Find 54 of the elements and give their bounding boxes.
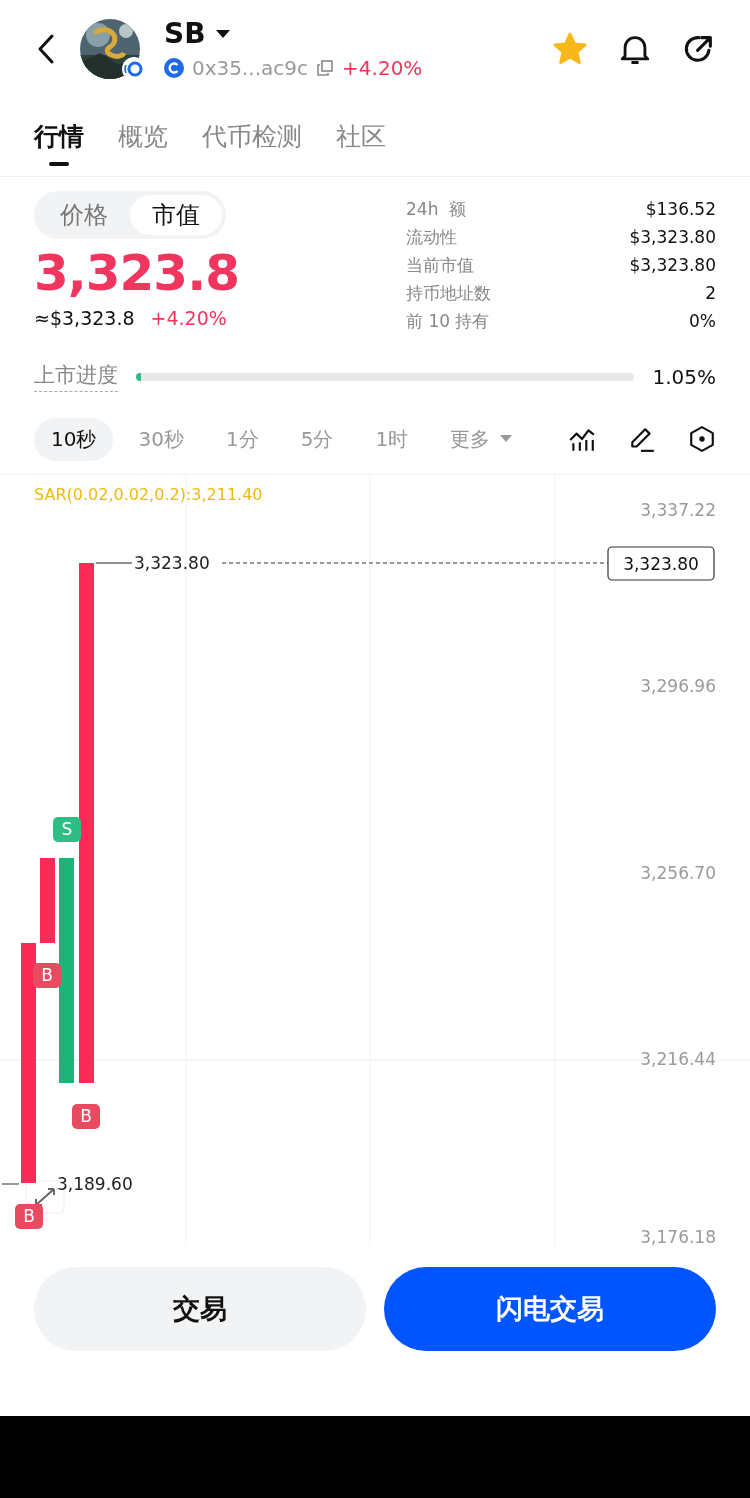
trade-marker: B (15, 1204, 43, 1229)
metric-value: $3,323.80 (629, 227, 716, 247)
metric-label: 持币地址数 (406, 281, 491, 305)
more-dropdown[interactable]: 更多 (433, 417, 530, 461)
high-price-label: 3,323.80 (134, 553, 210, 573)
metric-label: 24h 额 (406, 197, 467, 221)
listing-progress-label[interactable]: 上市进度 (34, 361, 118, 392)
metric-value: $136.52 (645, 199, 716, 219)
metric-label: 流动性 (406, 225, 457, 249)
low-price-label: 3,189.60 (57, 1174, 133, 1194)
progress-reading: 1.05% (652, 364, 716, 389)
metric-value: $3,323.80 (629, 255, 716, 275)
leader-line (1, 1183, 20, 1185)
axis-label: 3,296.96 (640, 676, 716, 696)
timeframe-tab[interactable]: 10秒 (34, 417, 114, 461)
metric-value: 0% (689, 311, 716, 331)
copy-icon[interactable] (316, 59, 335, 77)
indicator-label: SAR(0.02,0.02,0.2):3,211.40 (34, 485, 263, 504)
metric-label: 当前市值 (406, 253, 474, 277)
price-change: +4.20% (150, 307, 227, 329)
leader-line (95, 562, 133, 564)
last-price-tag: 3,323.80 (607, 546, 715, 581)
trade-marker: B (72, 1104, 100, 1129)
timeframe-tab[interactable]: 1分 (208, 417, 276, 461)
toggle-option[interactable]: 市值 (130, 195, 222, 235)
trade-button[interactable]: 交易 (34, 1267, 366, 1351)
axis-label: 3,337.22 (640, 500, 716, 520)
flash-trade-button[interactable]: 闪电交易 (384, 1267, 716, 1351)
star-icon[interactable] (552, 31, 588, 67)
tab[interactable]: 概览 (118, 110, 168, 164)
price-change: +4.20% (342, 56, 423, 80)
settings-icon[interactable] (688, 425, 716, 453)
axis-label: 3,216.44 (640, 1049, 716, 1069)
toggle-option[interactable]: 价格 (38, 195, 130, 235)
metric-label: 前 10 持有 (406, 309, 490, 333)
tab[interactable]: 代币检测 (202, 110, 302, 164)
back-icon[interactable] (36, 33, 56, 65)
metric-value: 2 (705, 283, 716, 303)
axis-label: 3,256.70 (640, 863, 716, 883)
price-value: 3,323.8 (34, 243, 239, 303)
tab[interactable]: 行情 (34, 110, 84, 164)
usd-value: ≈$3,323.8 (34, 307, 135, 329)
tab[interactable]: 社区 (336, 110, 386, 164)
timeframe-tab[interactable]: 1时 (358, 417, 426, 461)
trade-marker: B (33, 963, 61, 988)
axis-label: 3,176.18 (640, 1227, 716, 1247)
trade-marker: S (53, 817, 81, 842)
token-name: SB (164, 18, 206, 50)
caret-icon[interactable] (215, 29, 230, 39)
token-address: 0x35...ac9c (192, 56, 309, 80)
pencil-icon[interactable] (628, 425, 656, 453)
timeframe-tab[interactable]: 30秒 (121, 417, 201, 461)
timeframe-tab[interactable]: 5分 (283, 417, 351, 461)
chain-icon (164, 58, 184, 78)
